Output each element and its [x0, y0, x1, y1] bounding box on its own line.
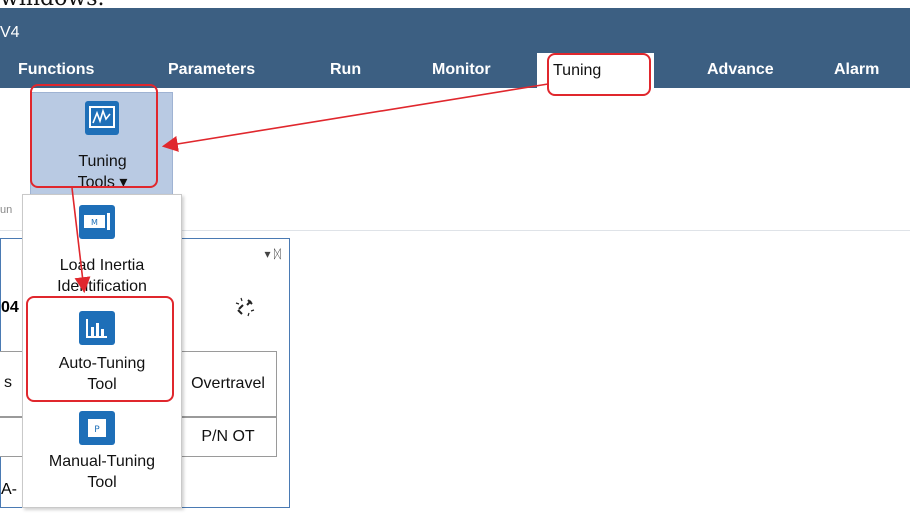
arrow-tab-to-tools — [161, 83, 549, 152]
arrow-tools-to-auto — [71, 187, 91, 294]
annotation-arrows — [71, 83, 549, 294]
